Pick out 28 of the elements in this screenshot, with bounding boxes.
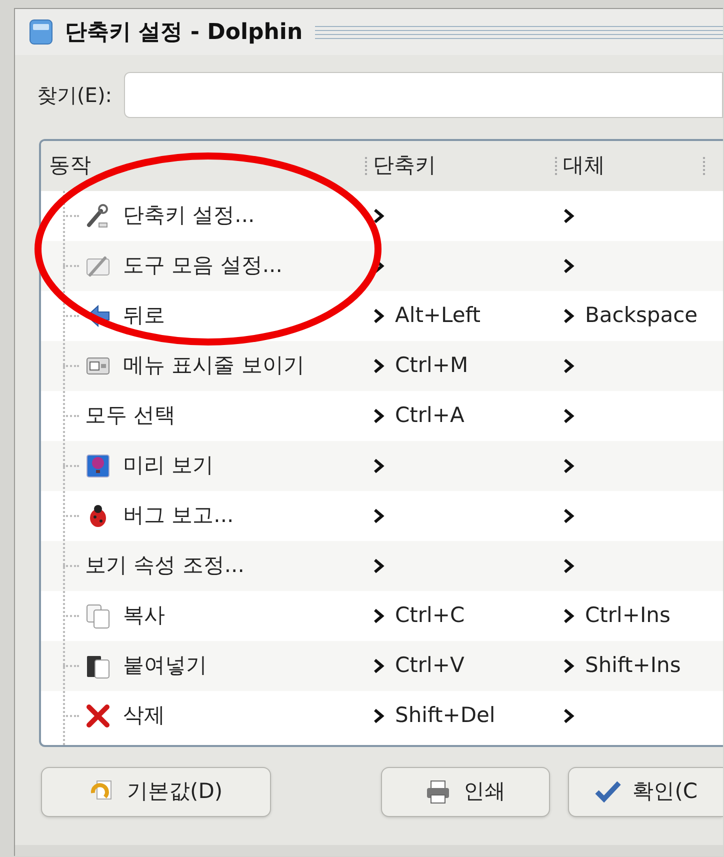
action-name: 뒤로 [123, 302, 165, 330]
action-name: 복사 [123, 602, 165, 630]
column-header[interactable]: 단축키 [373, 150, 436, 182]
column-header[interactable]: 동작 [49, 150, 91, 182]
column-header[interactable]: 대체 [563, 150, 605, 182]
dialog-button[interactable]: 인쇄 [380, 767, 550, 817]
alternate-shortcut[interactable]: Shift+Ins [585, 650, 681, 682]
shortcut-key[interactable]: Shift+Del [395, 700, 496, 732]
action-name: 미리 보기 [123, 452, 214, 480]
shortcut-key[interactable]: Alt+Left [395, 300, 481, 332]
action-name: 모두 선택 [85, 402, 176, 430]
dialog-button[interactable]: 확인(C [568, 767, 723, 817]
action-name: 도구 모음 설정... [123, 252, 282, 280]
action-name: 붙여넣기 [123, 652, 207, 680]
alternate-shortcut[interactable]: Backspace [585, 300, 698, 332]
shortcut-key[interactable]: Ctrl+M [395, 350, 468, 382]
shortcut-key[interactable]: Ctrl+V [395, 650, 464, 682]
dialog-button[interactable]: 기본값(D) [41, 767, 271, 817]
window-title: 단축키 설정 - Dolphin [65, 18, 303, 46]
alternate-shortcut[interactable]: Ctrl+Ins [585, 600, 670, 632]
shortcut-key[interactable]: Ctrl+C [395, 600, 465, 632]
search-label: 찾기(E): [37, 82, 112, 109]
action-name: 삭제 [123, 702, 165, 730]
action-name: 보기 속성 조정... [85, 552, 244, 580]
action-name: 단축키 설정... [123, 202, 255, 230]
action-name: 메뉴 표시줄 보이기 [123, 352, 304, 380]
shortcut-key[interactable]: Ctrl+A [395, 400, 464, 432]
action-name: 버그 보고... [123, 502, 234, 530]
